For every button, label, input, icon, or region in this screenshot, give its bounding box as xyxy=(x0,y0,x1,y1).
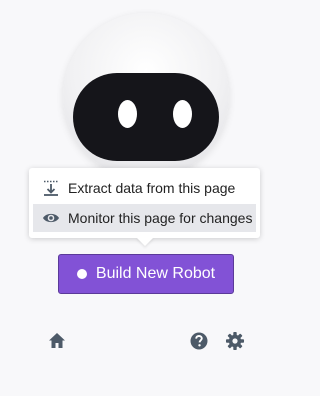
menu-item-extract-data[interactable]: Extract data from this page xyxy=(33,174,256,202)
robot-mascot xyxy=(63,13,229,179)
menu-item-monitor-changes[interactable]: Monitor this page for changes xyxy=(33,204,256,232)
robot-left-eye xyxy=(118,100,137,128)
eye-icon xyxy=(41,208,61,228)
robot-right-eye xyxy=(173,100,192,128)
robot-visor xyxy=(73,73,219,161)
build-button-label: Build New Robot xyxy=(95,265,216,282)
menu-item-label: Extract data from this page xyxy=(68,180,236,196)
gear-icon[interactable] xyxy=(225,331,245,351)
action-menu: Extract data from this page Monitor this… xyxy=(29,168,260,238)
help-icon[interactable] xyxy=(189,331,209,351)
menu-item-label: Monitor this page for changes xyxy=(68,210,253,226)
home-icon[interactable] xyxy=(47,331,67,351)
record-dot-icon xyxy=(76,269,87,279)
extract-download-icon xyxy=(41,178,61,198)
build-new-robot-button[interactable]: Build New Robot xyxy=(58,254,234,294)
